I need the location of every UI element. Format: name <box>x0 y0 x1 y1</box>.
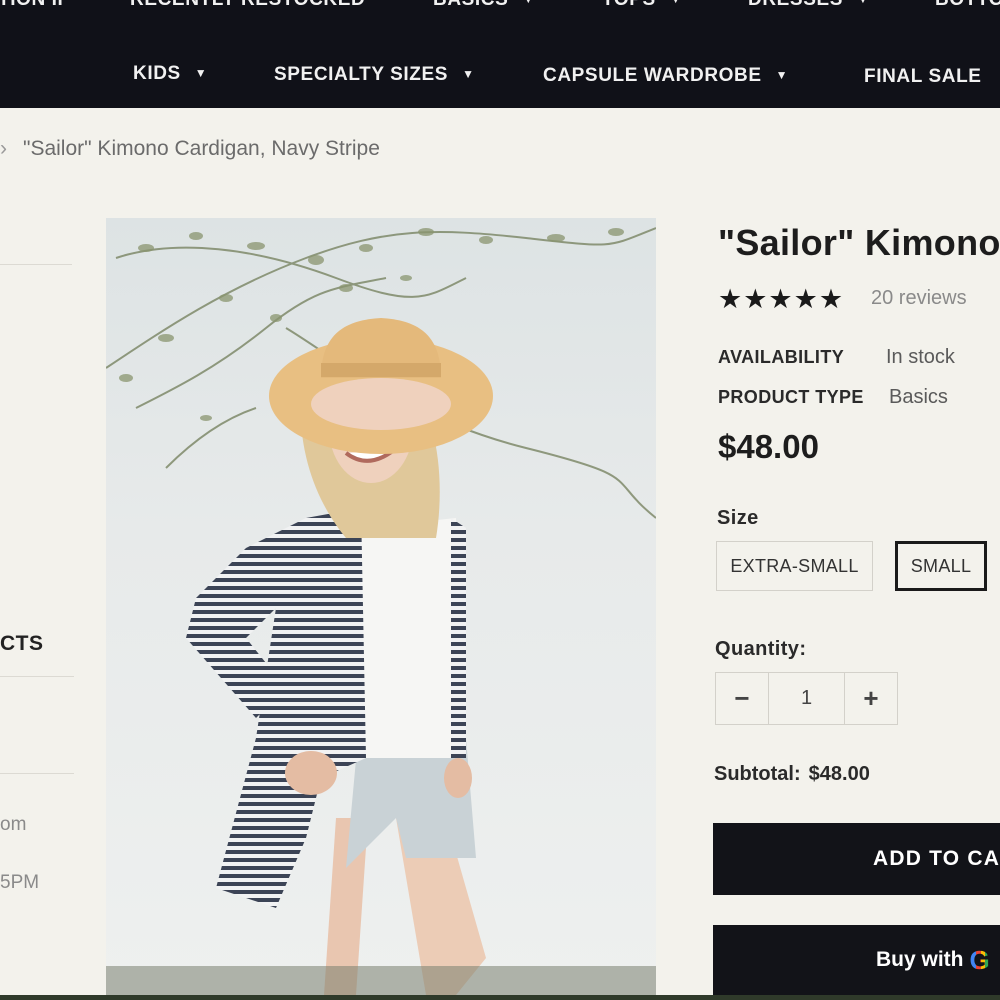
nav-item-tops[interactable]: TOPS ▼ <box>602 0 682 11</box>
google-logo-icon: G <box>969 944 990 975</box>
product-photo-illustration <box>106 227 656 995</box>
quantity-label: Quantity: <box>715 638 807 660</box>
minus-icon: − <box>734 683 750 713</box>
product-image[interactable] <box>106 218 656 995</box>
product-title: "Sailor" Kimono <box>718 222 1000 263</box>
size-option-extra-small[interactable]: EXTRA-SMALL <box>716 541 873 591</box>
size-option-label: SMALL <box>910 555 972 576</box>
rating-stars[interactable]: ★★★★★ <box>718 284 844 315</box>
nav-item-collection[interactable]: TION II <box>0 0 63 11</box>
add-to-cart-label: ADD TO CA <box>873 847 1000 870</box>
sidebar-text: 5PM <box>0 872 40 893</box>
nav-item-basics[interactable]: BASICS ▼ <box>433 0 535 11</box>
product-price: $48.00 <box>718 428 819 465</box>
nav-item-label: KIDS <box>133 63 181 84</box>
quantity-value: 1 <box>800 687 813 709</box>
chevron-down-icon: ▼ <box>462 67 475 81</box>
nav-item-final-sale[interactable]: FINAL SALE <box>864 66 982 88</box>
breadcrumb-separator: › <box>0 137 7 160</box>
chevron-down-icon: ▼ <box>194 66 208 80</box>
product-page: TION II RECENTLY RESTOCKED BASICS ▼ TOPS ▼… <box>0 0 1000 995</box>
nav-item-dresses[interactable]: DRESSES ▼ <box>748 0 870 11</box>
sidebar-divider <box>0 264 72 265</box>
nav-item-label: TOPS <box>602 0 656 10</box>
nav-item-capsule-wardrobe[interactable]: CAPSULE WARDROBE ▼ <box>543 65 788 87</box>
reviews-link[interactable]: 20 reviews <box>871 287 967 310</box>
size-option-label: EXTRA-SMALL <box>730 555 859 576</box>
nav-item-label: CAPSULE WARDROBE <box>543 65 762 86</box>
nav-item-label: RECENTLY RESTOCKED <box>130 0 365 10</box>
nav-item-bottoms[interactable]: BOTTO <box>935 0 1000 11</box>
subtotal: Subtotal: $48.00 <box>714 763 870 786</box>
add-to-cart-button[interactable]: ADD TO CA <box>713 823 1000 895</box>
main-nav: TION II RECENTLY RESTOCKED BASICS ▼ TOPS ▼… <box>0 0 1000 108</box>
chevron-down-icon: ▼ <box>670 0 682 6</box>
buy-with-gpay-button[interactable]: Buy with G <box>713 925 1000 995</box>
nav-item-label: BOTTO <box>935 0 1000 10</box>
breadcrumb-current: "Sailor" Kimono Cardigan, Navy Stripe <box>23 137 380 160</box>
sidebar-divider <box>0 676 74 677</box>
nav-item-label: DRESSES <box>748 0 843 10</box>
nav-item-recently-restocked[interactable]: RECENTLY RESTOCKED <box>130 0 365 11</box>
size-label: Size <box>717 507 759 529</box>
subtotal-label: Subtotal: <box>714 763 801 785</box>
product-type-value[interactable]: Basics <box>889 386 948 409</box>
quantity-input[interactable]: 1 <box>768 672 845 725</box>
nav-item-kids[interactable]: KIDS ▼ <box>133 63 207 85</box>
quantity-decrease-button[interactable]: − <box>715 672 769 725</box>
nav-item-label: BASICS <box>433 0 508 10</box>
nav-item-label: SPECIALTY SIZES <box>274 64 449 85</box>
size-option-small[interactable]: SMALL <box>895 541 987 591</box>
sidebar-heading: CTS <box>0 632 44 655</box>
sidebar-text: om <box>0 814 27 835</box>
product-type-label: PRODUCT TYPE <box>718 387 864 407</box>
subtotal-value: $48.00 <box>808 763 870 785</box>
availability-label: AVAILABILITY <box>718 347 845 367</box>
nav-item-label: FINAL SALE <box>864 66 982 87</box>
chevron-down-icon: ▼ <box>857 0 869 6</box>
breadcrumb: › "Sailor" Kimono Cardigan, Navy Stripe <box>0 137 380 161</box>
sidebar-divider <box>0 773 74 774</box>
availability-value: In stock <box>886 346 955 368</box>
buy-with-label: Buy with <box>876 948 964 971</box>
quantity-increase-button[interactable]: + <box>844 672 898 725</box>
plus-icon: + <box>863 683 879 713</box>
nav-item-label: TION II <box>0 0 63 10</box>
chevron-down-icon: ▼ <box>522 0 534 6</box>
chevron-down-icon: ▼ <box>775 68 789 82</box>
nav-item-specialty-sizes[interactable]: SPECIALTY SIZES ▼ <box>274 64 475 86</box>
